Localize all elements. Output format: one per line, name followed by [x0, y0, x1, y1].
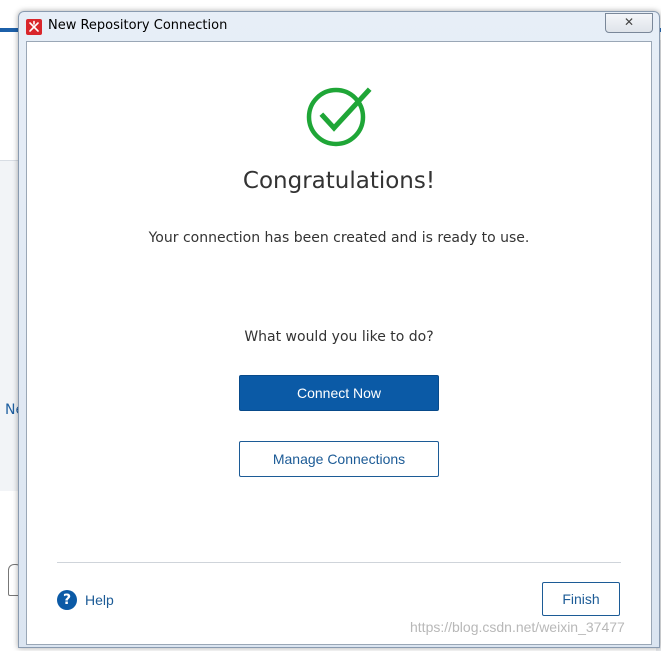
close-icon: ✕ [623, 15, 635, 29]
finish-button[interactable]: Finish [542, 582, 620, 616]
help-label: Help [85, 592, 114, 608]
checkmark-circle-icon [306, 87, 372, 147]
help-circle-icon: ? [57, 590, 77, 610]
manage-connections-button[interactable]: Manage Connections [239, 441, 439, 477]
window-title: New Repository Connection [48, 18, 228, 33]
dialog-content: Congratulations! Your connection has bee… [26, 41, 652, 645]
new-repository-connection-dialog: New Repository Connection ✕ Congratulati… [18, 11, 660, 648]
watermark-text: https://blog.csdn.net/weixin_37477 [410, 619, 625, 635]
connect-now-button[interactable]: Connect Now [239, 375, 439, 411]
footer-divider [57, 562, 621, 563]
close-button[interactable]: ✕ [605, 13, 653, 33]
success-message: Your connection has been created and is … [148, 230, 530, 246]
help-link[interactable]: ? Help [57, 589, 114, 611]
success-heading: Congratulations! [242, 168, 436, 194]
app-logo-icon [26, 19, 42, 35]
title-bar[interactable]: New Repository Connection ✕ [19, 12, 659, 41]
next-step-question: What would you like to do? [244, 329, 434, 345]
